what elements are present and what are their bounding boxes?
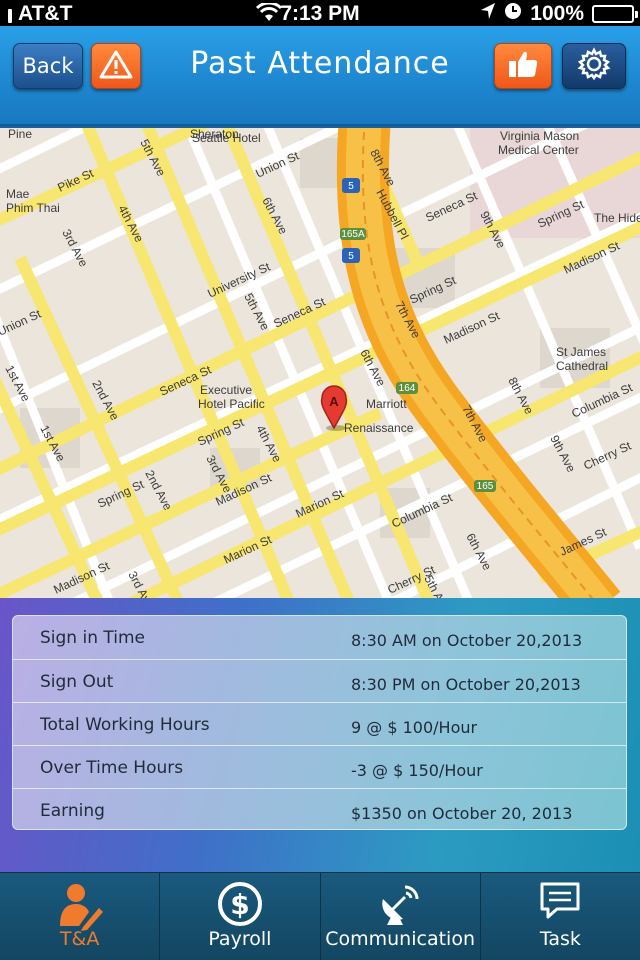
svg-text:Virginia Mason: Virginia Mason bbox=[500, 129, 579, 143]
svg-text:Seattle Hotel: Seattle Hotel bbox=[192, 131, 261, 145]
row-value: 8:30 AM on October 20,2013 bbox=[351, 631, 583, 650]
location-arrow-icon bbox=[480, 2, 496, 26]
svg-text:164: 164 bbox=[399, 383, 416, 394]
alarm-icon bbox=[504, 2, 522, 26]
person-pencil-icon bbox=[55, 881, 105, 935]
svg-text:165A: 165A bbox=[341, 229, 365, 240]
row-value: 9 @ $ 100/Hour bbox=[351, 718, 478, 737]
svg-text:Phim Thai: Phim Thai bbox=[6, 201, 60, 215]
svg-text:5: 5 bbox=[348, 181, 354, 192]
row-label: Over Time Hours bbox=[40, 758, 184, 778]
row-label: Sign Out bbox=[40, 672, 114, 692]
tab-label: Task bbox=[539, 928, 581, 950]
svg-text:Mae: Mae bbox=[6, 187, 30, 201]
row-label: Total Working Hours bbox=[40, 715, 210, 735]
tab-payroll[interactable]: $ Payroll bbox=[159, 873, 319, 960]
thumbs-up-icon bbox=[507, 49, 539, 83]
row-value: 8:30 PM on October 20,2013 bbox=[351, 675, 581, 694]
info-row-earning: Earning $1350 on October 20, 2013 bbox=[13, 788, 626, 829]
svg-text:Marriott: Marriott bbox=[366, 397, 407, 411]
svg-text:Renaissance: Renaissance bbox=[344, 421, 414, 435]
svg-text:Cathedral: Cathedral bbox=[556, 359, 608, 373]
nav-bar: Back Past Attendance bbox=[0, 26, 640, 126]
row-value: -3 @ $ 150/Hour bbox=[351, 761, 483, 780]
info-row-sign-out: Sign Out 8:30 PM on October 20,2013 bbox=[13, 659, 626, 700]
info-row-working-hours: Total Working Hours 9 @ $ 100/Hour bbox=[13, 702, 626, 743]
tab-label: Communication bbox=[325, 928, 475, 950]
row-label: Earning bbox=[40, 801, 105, 821]
tab-communication[interactable]: Communication bbox=[319, 873, 480, 960]
battery-icon bbox=[592, 5, 638, 23]
svg-text:Hotel Pacific: Hotel Pacific bbox=[198, 397, 265, 411]
svg-text:Pine: Pine bbox=[8, 128, 32, 141]
row-value: $1350 on October 20, 2013 bbox=[351, 804, 573, 823]
svg-text:$: $ bbox=[230, 888, 249, 921]
svg-text:Executive: Executive bbox=[200, 383, 252, 397]
gear-icon bbox=[577, 47, 611, 85]
svg-text:St James: St James bbox=[556, 345, 606, 359]
svg-text:A: A bbox=[329, 394, 339, 409]
satellite-dish-icon bbox=[377, 881, 423, 931]
tab-label: Payroll bbox=[208, 928, 272, 950]
like-button[interactable] bbox=[494, 43, 552, 89]
info-row-overtime: Over Time Hours -3 @ $ 150/Hour bbox=[13, 745, 626, 786]
tab-ta[interactable]: T&A bbox=[0, 873, 159, 960]
svg-text:Medical Center: Medical Center bbox=[498, 143, 579, 157]
svg-text:5: 5 bbox=[348, 251, 354, 262]
svg-text:The Hideo: The Hideo bbox=[594, 211, 640, 225]
row-label: Sign in Time bbox=[40, 628, 145, 648]
speech-bubble-icon bbox=[539, 881, 581, 927]
info-row-sign-in: Sign in Time 8:30 AM on October 20,2013 bbox=[13, 616, 626, 657]
battery-percent: 100% bbox=[530, 2, 584, 25]
attendance-card: Sign in Time 8:30 AM on October 20,2013 … bbox=[12, 615, 627, 830]
map-view[interactable]: 5 5 165A 164 165 Pine Pike St 4th Ave 3r… bbox=[0, 128, 640, 598]
tab-task[interactable]: Task bbox=[479, 873, 640, 960]
tab-label: T&A bbox=[59, 928, 100, 950]
status-bar: AT&T 7:13 PM 100% bbox=[0, 0, 640, 26]
settings-button[interactable] bbox=[562, 43, 626, 89]
tab-bar: T&A $ Payroll Communication Task bbox=[0, 872, 640, 960]
svg-text:165: 165 bbox=[477, 481, 494, 492]
dollar-circle-icon: $ bbox=[217, 881, 263, 931]
